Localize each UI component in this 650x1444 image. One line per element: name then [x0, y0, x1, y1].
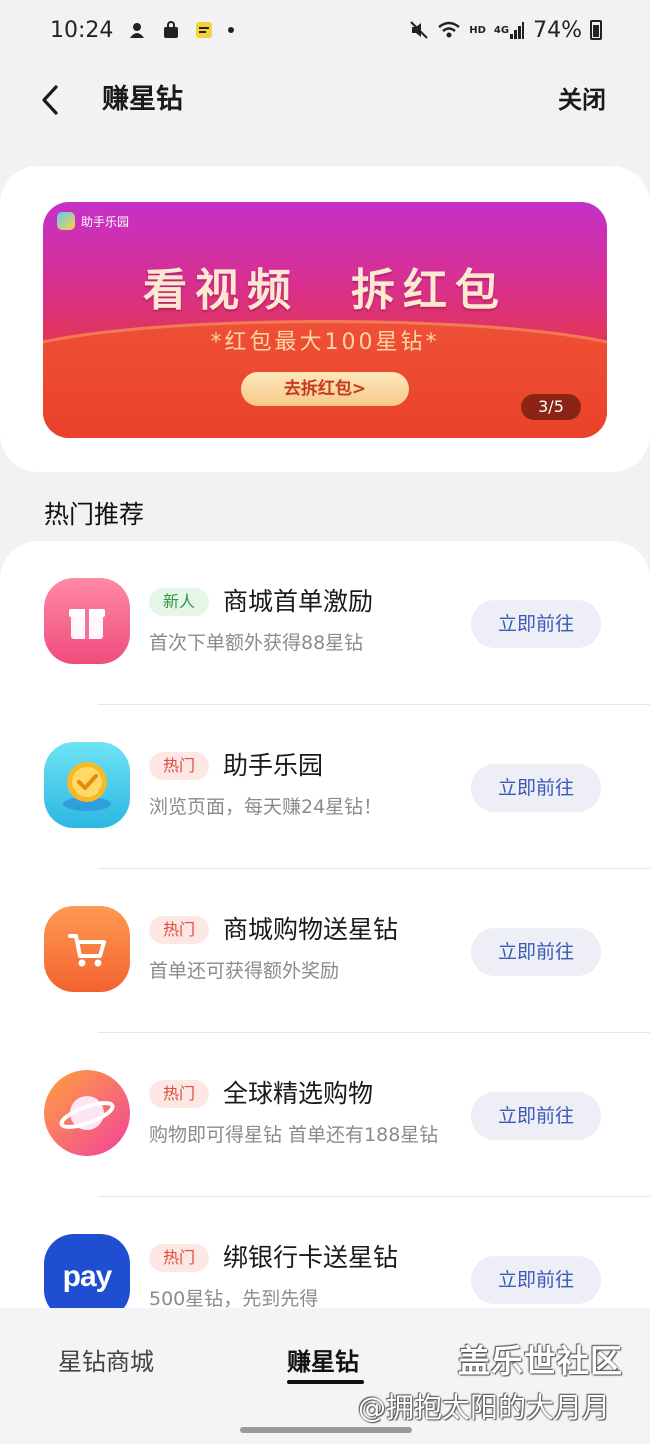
more-notifications-dot-icon	[227, 26, 235, 34]
go-button[interactable]: 立即前往	[471, 764, 601, 812]
list-item[interactable]: 热门 助手乐园 浏览页面，每天赚24星钻！ 立即前往	[0, 705, 650, 869]
shopping-bag-icon	[161, 20, 181, 40]
mute-icon	[409, 20, 429, 40]
home-indicator[interactable]	[240, 1427, 412, 1433]
header: 赚星钻 关闭	[0, 60, 650, 140]
news-app-icon	[195, 21, 213, 39]
coin-check-icon	[44, 742, 130, 828]
banner-title: 看视频 拆红包	[143, 265, 507, 316]
hd-icon: HD	[469, 24, 486, 36]
item-description: 浏览页面，每天赚24星钻！	[149, 796, 383, 818]
status-bar: 10:24 HD 4G 74%	[0, 0, 650, 60]
status-time: 10:24	[50, 17, 114, 43]
tab-earn[interactable]: 赚星钻	[287, 1342, 359, 1382]
section-title: 热门推荐	[44, 500, 145, 529]
item-tag: 热门	[149, 752, 210, 780]
banner-subtitle: *红包最大100星钻*	[210, 330, 440, 355]
gift-icon	[44, 578, 130, 664]
active-tab-indicator	[287, 1380, 364, 1384]
banner-card: 助手乐园 看视频 拆红包 *红包最大100星钻* 去拆红包> 3/5	[0, 166, 650, 472]
item-title: 绑银行卡送星钻	[223, 1243, 399, 1272]
item-title: 全球精选购物	[223, 1079, 374, 1108]
banner-page-indicator: 3/5	[521, 394, 581, 420]
go-button[interactable]: 立即前往	[471, 600, 601, 648]
go-button[interactable]: 立即前往	[471, 928, 601, 976]
wifi-icon	[437, 20, 461, 40]
list-item[interactable]: 新人 商城首单激励 首次下单额外获得88星钻 立即前往	[0, 541, 650, 705]
item-tag: 热门	[149, 1080, 210, 1108]
go-button[interactable]: 立即前往	[471, 1256, 601, 1304]
item-description: 购物即可得星钻 首单还有188星钻	[149, 1124, 439, 1146]
brand-logo-icon	[57, 212, 75, 230]
tab-store[interactable]: 星钻商城	[58, 1342, 154, 1382]
page-title: 赚星钻	[102, 84, 183, 115]
cart-icon	[44, 906, 130, 992]
item-title: 商城购物送星钻	[223, 915, 399, 944]
planet-icon	[44, 1070, 130, 1156]
back-button[interactable]	[30, 80, 70, 120]
item-tag: 新人	[149, 588, 210, 616]
banner-cta-button[interactable]: 去拆红包>	[241, 372, 409, 406]
banner-carousel[interactable]: 助手乐园 看视频 拆红包 *红包最大100星钻* 去拆红包> 3/5	[43, 202, 607, 438]
list-item[interactable]: 热门 全球精选购物 购物即可得星钻 首单还有188星钻 立即前往	[0, 1033, 650, 1197]
signal-icon: 4G	[494, 20, 525, 40]
go-button[interactable]: 立即前往	[471, 1092, 601, 1140]
item-description: 首单还可获得额外奖励	[149, 960, 340, 982]
watermark-title: 盖乐世社区	[458, 1342, 624, 1380]
signal-label: 4G	[493, 24, 510, 36]
pay-icon-label: pay	[62, 1260, 113, 1293]
list-item[interactable]: 热门 商城购物送星钻 首单还可获得额外奖励 立即前往	[0, 869, 650, 1033]
chevron-left-icon	[42, 85, 58, 115]
item-title: 商城首单激励	[223, 587, 374, 616]
close-button[interactable]: 关闭	[558, 80, 606, 120]
task-list: 新人 商城首单激励 首次下单额外获得88星钻 立即前往 热门 助手乐园 浏览页面…	[0, 541, 650, 1341]
item-description: 首次下单额外获得88星钻	[149, 632, 364, 654]
banner-brand-label: 助手乐园	[81, 214, 130, 229]
notification-app-icon	[127, 20, 147, 40]
banner-brand: 助手乐园	[57, 212, 129, 230]
status-left: 10:24	[50, 18, 235, 43]
status-right: HD 4G 74%	[409, 18, 602, 43]
item-tag: 热门	[149, 916, 210, 944]
watermark-user: @拥抱太阳的大月月	[358, 1391, 611, 1424]
battery-percent: 74%	[533, 17, 582, 43]
item-title: 助手乐园	[223, 751, 324, 780]
battery-icon	[590, 20, 602, 40]
item-tag: 热门	[149, 1244, 210, 1272]
